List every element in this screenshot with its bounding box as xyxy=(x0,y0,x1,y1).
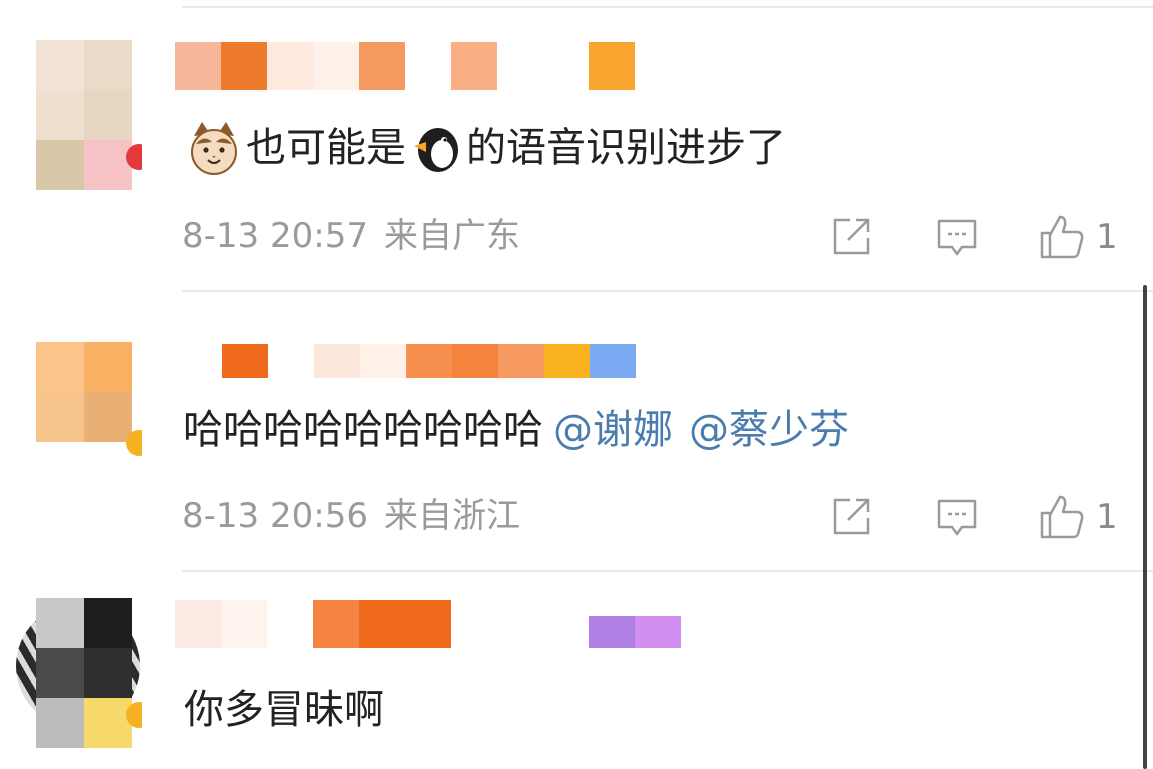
scrollbar[interactable] xyxy=(1143,285,1147,769)
comment-text-body: 哈哈哈哈哈哈哈哈哈 xyxy=(183,407,543,453)
username-redacted[interactable] xyxy=(175,600,681,652)
share-button[interactable] xyxy=(828,212,874,262)
comment-divider xyxy=(182,570,1153,572)
avatar-mosaic xyxy=(36,598,132,748)
comment-text-body: 你多冒昧啊 xyxy=(184,687,384,733)
comment-meta: 8-13 20:56 来自浙江 xyxy=(182,496,520,536)
comment-actions: 1 xyxy=(828,492,1128,542)
top-divider xyxy=(182,6,1153,8)
reply-button[interactable] xyxy=(934,212,980,262)
like-count: 1 xyxy=(1096,217,1118,257)
comment-text: 你多冒昧啊 xyxy=(184,684,384,736)
comment-text: 也可能是 的语音识别进步了 xyxy=(186,120,786,176)
like-button[interactable]: 1 xyxy=(1038,492,1118,542)
comment-location: 来自浙江 xyxy=(383,496,520,536)
comment-actions: 1 xyxy=(828,212,1128,262)
comment-date: 8-13 20:57 xyxy=(182,216,368,256)
comment-text-part1: 也可能是 xyxy=(246,125,406,171)
avatar-mosaic xyxy=(36,40,132,190)
mention-link-xiena[interactable]: @谢娜 xyxy=(553,404,673,456)
thumbs-up-icon xyxy=(1040,495,1084,539)
thumbs-up-icon xyxy=(1040,215,1084,259)
comment-text: 哈哈哈哈哈哈哈哈哈 @谢娜 @蔡少芬 xyxy=(183,404,849,456)
comment-meta: 8-13 20:57 来自广东 xyxy=(182,216,520,256)
comment-divider xyxy=(182,290,1153,292)
avatar[interactable] xyxy=(14,40,142,190)
share-icon xyxy=(833,218,870,255)
avatar-mosaic xyxy=(36,342,132,492)
avatar[interactable] xyxy=(14,342,142,492)
comment-text-part2: 的语音识别进步了 xyxy=(466,125,786,171)
comment-icon xyxy=(937,219,977,256)
username-redacted[interactable] xyxy=(222,344,636,396)
avatar[interactable] xyxy=(14,598,142,758)
reply-button[interactable] xyxy=(934,492,980,542)
mention-link-caishaofen[interactable]: @蔡少芬 xyxy=(689,404,849,456)
penguin-icon xyxy=(414,128,458,172)
comment-date: 8-13 20:56 xyxy=(182,496,368,536)
username-redacted[interactable] xyxy=(175,42,635,94)
share-icon xyxy=(833,498,870,535)
like-button[interactable]: 1 xyxy=(1038,212,1118,262)
cat-face-icon xyxy=(191,122,237,175)
comment-icon xyxy=(937,499,977,536)
share-button[interactable] xyxy=(828,492,874,542)
comment-location: 来自广东 xyxy=(383,216,520,256)
like-count: 1 xyxy=(1096,497,1118,537)
